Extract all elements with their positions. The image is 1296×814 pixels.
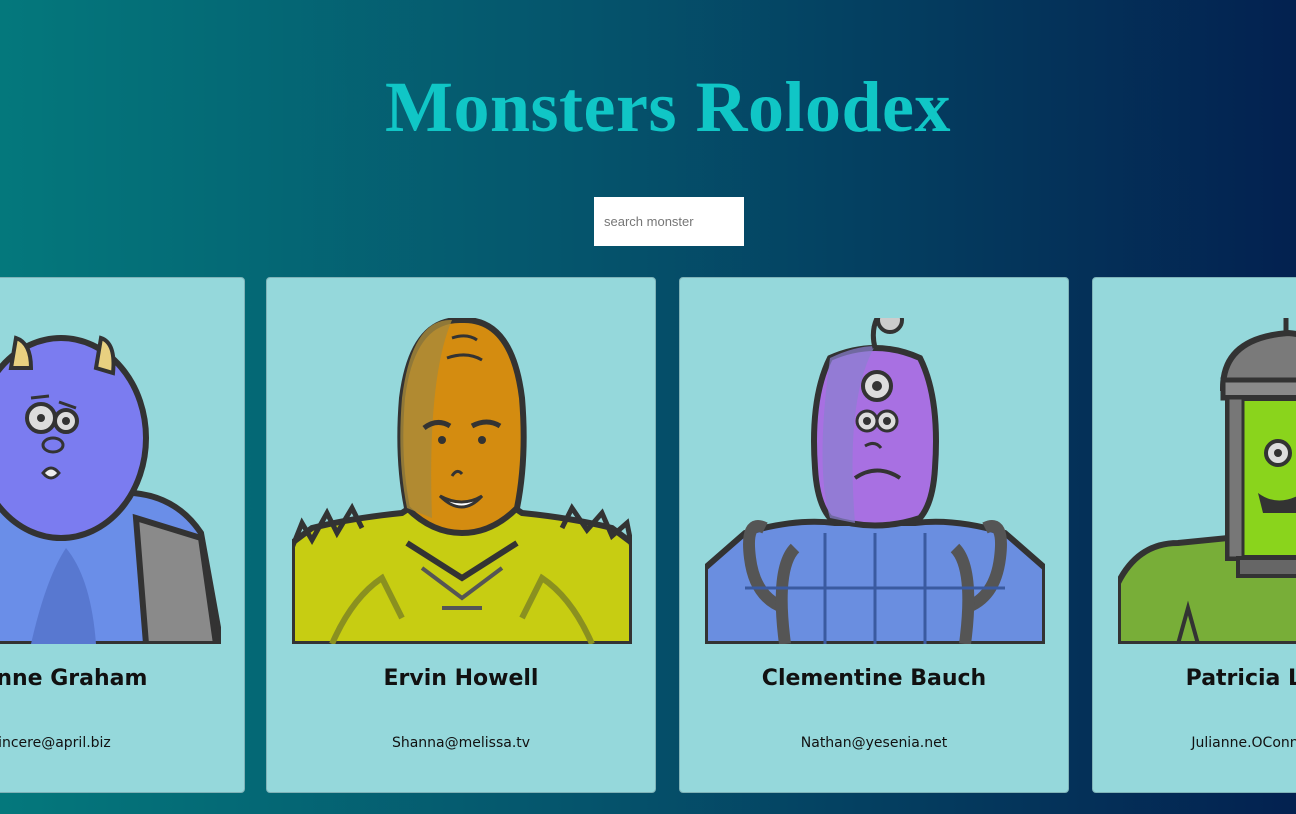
page-title: Monsters Rolodex	[385, 67, 951, 147]
monster-image	[705, 318, 1045, 644]
monster-email: Nathan@yesenia.net	[800, 735, 948, 751]
card-list: Leanne Graham Sincere@april.biz Ervin Ho…	[0, 277, 1296, 795]
monster-name: Ervin Howell	[383, 666, 539, 691]
monster-name: Clementine Bauch	[761, 666, 987, 691]
monster-card[interactable]: Leanne Graham Sincere@april.biz	[0, 277, 245, 793]
monster-image	[1118, 318, 1296, 644]
monster-email: Shanna@melissa.tv	[391, 735, 531, 751]
monster-card[interactable]: Clementine Bauch Nathan@yesenia.net	[679, 277, 1069, 793]
monster-name: Leanne Graham	[0, 666, 148, 691]
search-input[interactable]	[594, 197, 744, 246]
monster-image	[292, 318, 632, 644]
monster-card[interactable]: Patricia Lebsack Julianne.OConner@kory.o…	[1092, 277, 1296, 793]
monster-email: Sincere@april.biz	[0, 735, 111, 751]
monster-image	[0, 335, 221, 644]
monster-card[interactable]: Ervin Howell Shanna@melissa.tv	[266, 277, 656, 793]
monster-email: Julianne.OConner@kory.org	[1191, 735, 1296, 751]
monster-name: Patricia Lebsack	[1185, 666, 1296, 691]
